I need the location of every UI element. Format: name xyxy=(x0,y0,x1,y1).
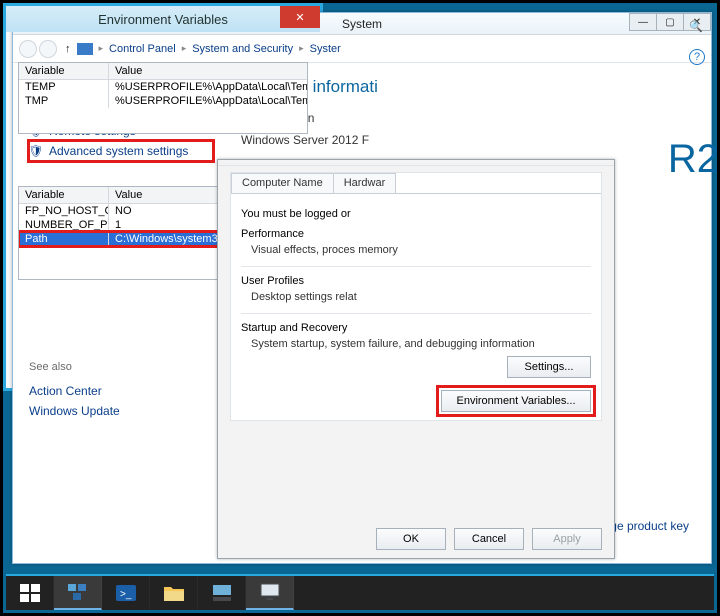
tab-computer-name[interactable]: Computer Name xyxy=(231,173,334,193)
system-taskbar-button[interactable] xyxy=(246,576,294,610)
environment-variables-button[interactable]: Environment Variables... xyxy=(441,390,591,412)
system-title: System xyxy=(342,17,382,31)
col-variable[interactable]: Variable xyxy=(19,187,109,203)
nav-fwd-button[interactable] xyxy=(39,40,57,58)
close-button[interactable]: ✕ xyxy=(280,6,320,28)
branding-label: R2 xyxy=(668,137,719,182)
powershell-icon: >_ xyxy=(114,581,138,605)
windows-logo-icon xyxy=(18,581,42,605)
folder-icon xyxy=(162,581,186,605)
env-titlebar[interactable]: Environment Variables ✕ xyxy=(6,6,320,32)
shield-icon: 🛡 xyxy=(29,144,43,158)
ok-button[interactable]: OK xyxy=(376,528,446,550)
search-icon[interactable]: 🔍 xyxy=(689,15,705,37)
sidebar-item-advanced-settings[interactable]: 🛡 Advanced system settings xyxy=(29,141,213,161)
perf-desc: Visual effects, proces memory xyxy=(241,244,591,256)
apply-button[interactable]: Apply xyxy=(532,528,602,550)
server-manager-button[interactable] xyxy=(198,576,246,610)
start-button[interactable] xyxy=(6,576,54,610)
tab-hardware[interactable]: Hardwar xyxy=(333,173,397,193)
perf-title: Performance xyxy=(241,228,591,240)
see-also-label: See also xyxy=(29,361,213,373)
see-also-windows-update[interactable]: Windows Update xyxy=(29,401,213,421)
computer-icon xyxy=(258,580,282,604)
sidebar-item-label: Advanced system settings xyxy=(49,144,188,158)
env-title: Environment Variables xyxy=(98,12,228,27)
taskview-icon xyxy=(66,580,90,604)
chevron-right-icon: ▸ xyxy=(297,43,306,54)
computer-icon xyxy=(77,43,93,55)
performance-group: Performance Visual effects, proces memor… xyxy=(241,228,591,256)
profiles-group: User Profiles Desktop settings relat xyxy=(241,275,591,303)
profiles-desc: Desktop settings relat xyxy=(241,291,591,303)
cancel-button[interactable]: Cancel xyxy=(454,528,524,550)
server-manager-icon xyxy=(210,581,234,605)
list-row[interactable]: TMP %USERPROFILE%\AppData\Local\Temp xyxy=(19,94,307,108)
startup-settings-button[interactable]: Settings... xyxy=(507,356,591,378)
see-also-action-center[interactable]: Action Center xyxy=(29,381,213,401)
tabs: Computer Name Hardwar xyxy=(231,173,601,194)
crumb-control-panel[interactable]: Control Panel xyxy=(105,43,180,55)
system-properties-dialog: Computer Name Hardwar You must be logged… xyxy=(217,159,615,559)
user-vars-list[interactable]: Variable Value TEMP %USERPROFILE%\AppDat… xyxy=(18,62,308,134)
chevron-right-icon: ▸ xyxy=(97,43,106,54)
taskbar: >_ xyxy=(6,574,714,610)
chevron-right-icon: ▸ xyxy=(180,43,189,54)
nav-up-button[interactable]: ↑ xyxy=(65,43,71,55)
svg-text:>_: >_ xyxy=(120,589,132,600)
sidebar: Control Panel Home 🔧 Device Manager 🛡 Re… xyxy=(13,63,213,563)
startup-group: Startup and Recovery System startup, sys… xyxy=(241,322,591,378)
crumb-sys-sec[interactable]: System and Security xyxy=(188,43,297,55)
nav-back-button[interactable] xyxy=(19,40,37,58)
col-variable[interactable]: Variable xyxy=(19,63,109,79)
address-bar[interactable]: ↑ ▸ Control Panel ▸ System and Security … xyxy=(13,35,711,63)
list-row[interactable]: TEMP %USERPROFILE%\AppData\Local\Temp xyxy=(19,80,307,94)
powershell-button[interactable]: >_ xyxy=(102,576,150,610)
admin-note: You must be logged or xyxy=(241,208,591,220)
startup-title: Startup and Recovery xyxy=(241,322,591,334)
taskview-button[interactable] xyxy=(54,576,102,610)
startup-desc: System startup, system failure, and debu… xyxy=(241,338,591,350)
minimize-button[interactable]: — xyxy=(629,13,657,31)
maximize-button[interactable]: ▢ xyxy=(656,13,684,31)
crumb-system[interactable]: Syster xyxy=(306,43,345,55)
col-value[interactable]: Value xyxy=(109,63,307,79)
profiles-title: User Profiles xyxy=(241,275,591,287)
explorer-button[interactable] xyxy=(150,576,198,610)
